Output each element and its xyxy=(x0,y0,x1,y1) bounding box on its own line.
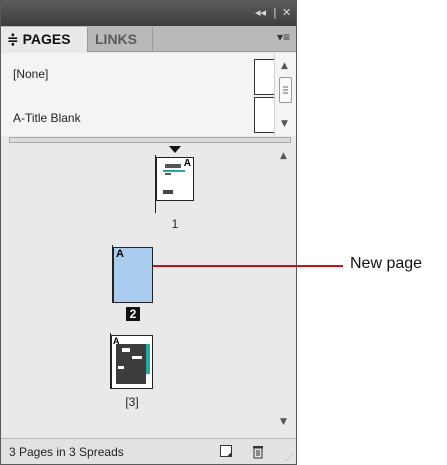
new-page-icon xyxy=(220,445,232,457)
tab-collapse-icon: ≑ xyxy=(7,31,19,47)
master-name: [None] xyxy=(13,67,49,81)
scroll-up-icon[interactable]: ▲ xyxy=(281,61,288,71)
master-prefix: A xyxy=(116,248,124,260)
master-a-title-blank[interactable]: A-Title Blank xyxy=(1,95,284,135)
scroll-thumb[interactable] xyxy=(279,77,292,103)
masters-section: [None] A-Title Blank xyxy=(1,53,296,136)
section-divider[interactable] xyxy=(9,137,291,143)
callout-label: New page xyxy=(350,255,423,272)
page-content-preview xyxy=(163,164,185,194)
collapse-icon[interactable]: ◂◂ xyxy=(255,6,266,20)
page-number-selected: 2 xyxy=(126,307,140,321)
scroll-down-icon[interactable]: ▼ xyxy=(280,417,287,427)
scroll-down-icon[interactable]: ▼ xyxy=(281,119,288,129)
page-thumbnail-2[interactable]: A xyxy=(113,247,153,303)
page-content-preview xyxy=(116,344,150,384)
status-text: 3 Pages in 3 Spreads xyxy=(9,445,124,459)
scroll-up-icon[interactable]: ▲ xyxy=(280,151,287,161)
tab-pages-label: PAGES xyxy=(22,31,71,47)
grip-icon xyxy=(283,86,288,94)
pages-panel: ◂◂ | ✕ ≑ PAGES LINKS ▾≡ [None] A-Title B… xyxy=(0,0,297,465)
tab-links[interactable]: LINKS xyxy=(89,27,153,52)
current-page-marker-icon xyxy=(169,146,181,153)
new-page-button[interactable] xyxy=(219,444,233,462)
status-bar: 3 Pages in 3 Spreads ⋰ xyxy=(1,438,296,464)
panel-title-bar[interactable]: ◂◂ | ✕ xyxy=(1,1,296,26)
pages-section: A 1 A 2 A [3] xyxy=(1,145,296,436)
title-separator: | xyxy=(273,6,277,19)
page-number: [3] xyxy=(125,395,139,409)
close-icon[interactable]: ✕ xyxy=(282,6,291,20)
delete-page-button[interactable] xyxy=(251,444,265,463)
page-thumbnail-3[interactable]: A xyxy=(111,335,153,389)
pages-scrollbar[interactable]: ▲ ▼ xyxy=(274,145,296,436)
callout-line xyxy=(153,265,343,267)
page-thumbnail-1[interactable]: A xyxy=(156,157,194,201)
resize-grip-icon[interactable]: ⋰ xyxy=(285,453,293,462)
tab-pages[interactable]: ≑ PAGES xyxy=(1,27,88,52)
master-none[interactable]: [None] xyxy=(1,53,284,95)
panel-menu-icon[interactable]: ▾≡ xyxy=(277,30,290,44)
page-number: 1 xyxy=(171,217,179,231)
tab-links-label: LINKS xyxy=(95,31,137,47)
trash-icon xyxy=(253,446,263,459)
masters-scrollbar[interactable]: ▲ ▼ xyxy=(274,53,296,136)
tab-bar: ≑ PAGES LINKS ▾≡ xyxy=(1,26,296,52)
master-name: A-Title Blank xyxy=(13,111,81,125)
